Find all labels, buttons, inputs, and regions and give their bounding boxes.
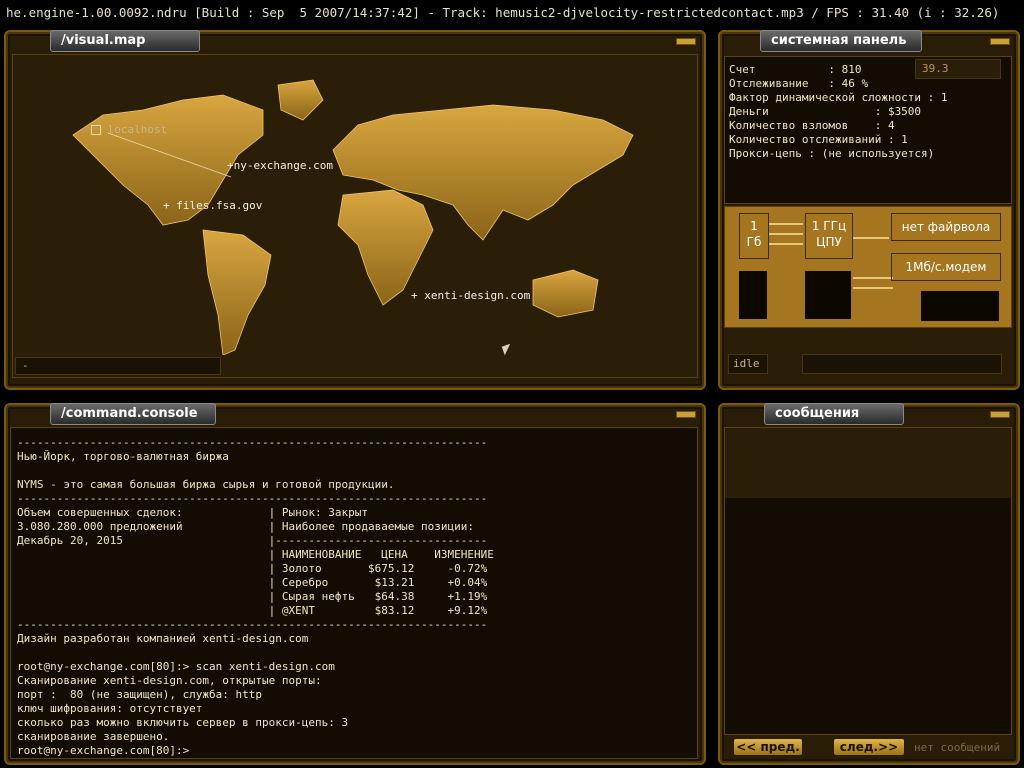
map-node-label: files.fsa.gov: [176, 199, 263, 212]
panel-grip-icon[interactable]: [990, 38, 1010, 45]
map-view[interactable]: localhost +ny-exchange.com + files.fsa.g…: [12, 54, 698, 378]
console-output[interactable]: ----------------------------------------…: [10, 427, 698, 759]
command-console-title: /command.console: [50, 403, 216, 425]
messages-panel: сообщения << пред. след.>> нет сообщений: [718, 403, 1020, 765]
map-node-localhost[interactable]: localhost: [91, 123, 167, 136]
system-status-field: idle: [728, 354, 768, 374]
system-stats: Счет : 810 Отслеживание : 46 % Фактор ди…: [729, 63, 948, 161]
visual-map-title: /visual.map: [50, 30, 200, 52]
map-status-field: -: [15, 357, 221, 375]
stat-line: Количество взломов : 4: [729, 119, 895, 132]
map-node-files-fsa[interactable]: + files.fsa.gov: [163, 199, 262, 212]
stat-line: Отслеживание : 46 %: [729, 77, 869, 90]
engine-status-bar: he.engine-1.00.0092.ndru [Build : Sep 5 …: [0, 0, 1024, 26]
africa-landmass: [337, 189, 434, 306]
messages-title: сообщения: [764, 403, 904, 425]
map-node-label: xenti-design.com: [424, 289, 531, 302]
node-marker-icon: +: [163, 199, 177, 212]
node-marker-icon: +: [411, 289, 425, 302]
prev-message-button[interactable]: << пред.: [734, 739, 802, 755]
stat-line: Прокси-цепь : (не используется): [729, 147, 935, 160]
south-america-landmass: [202, 229, 272, 355]
map-node-ny-exchange[interactable]: +ny-exchange.com: [227, 159, 333, 172]
circuit-trace: [769, 223, 803, 225]
australia-landmass: [532, 269, 599, 318]
command-console-panel: /command.console -----------------------…: [4, 403, 706, 765]
messages-header-strip: [725, 428, 1011, 498]
console-text: ----------------------------------------…: [17, 436, 494, 757]
circuit-trace: [853, 287, 893, 289]
circuit-trace: [853, 277, 893, 279]
messages-list[interactable]: [724, 427, 1012, 735]
system-progress-bar: [802, 354, 1002, 374]
stat-line: Количество отслеживаний : 1: [729, 133, 908, 146]
map-node-label: localhost: [107, 123, 168, 136]
system-panel-title: системная панель: [760, 30, 922, 52]
circuit-trace: [853, 237, 889, 239]
system-panel: системная панель 39.3 Счет : 810 Отслежи…: [718, 30, 1020, 390]
modem-module[interactable]: 1Мб/с.модем: [891, 253, 1001, 281]
modem-slot: [921, 291, 999, 321]
panel-grip-icon[interactable]: [676, 38, 696, 45]
stat-line: Деньги : $3500: [729, 105, 922, 118]
map-node-xenti-design[interactable]: + xenti-design.com: [411, 289, 530, 302]
stat-line: Счет : 810: [729, 63, 862, 76]
map-node-label: ny-exchange.com: [233, 159, 333, 172]
panel-grip-icon[interactable]: [676, 411, 696, 418]
circuit-trace: [769, 233, 803, 235]
greenland-landmass: [277, 79, 324, 121]
circuit-trace: [769, 243, 803, 245]
next-message-button[interactable]: след.>>: [834, 739, 904, 755]
cpu-chip[interactable]: 1 ГГц ЦПУ: [805, 213, 853, 259]
firewall-module[interactable]: нет файрвола: [891, 213, 1001, 241]
messages-empty-label: нет сообщений: [914, 741, 1001, 754]
node-marker-icon: [91, 125, 101, 135]
node-marker-icon: +: [227, 159, 234, 172]
hardware-board: 1 Гб 1 ГГц ЦПУ нет файрвола 1Мб/с.модем: [724, 206, 1012, 328]
visual-map-panel: /visual.map localhost +ny-exchange.com +…: [4, 30, 706, 390]
stat-line: Фактор динамической сложности : 1: [729, 91, 948, 104]
panel-grip-icon[interactable]: [990, 411, 1010, 418]
ram-chip[interactable]: 1 Гб: [739, 213, 769, 259]
cpu-slot: [805, 271, 851, 319]
world-map: [72, 79, 634, 355]
ram-slot: [739, 271, 767, 319]
system-stats-area: 39.3 Счет : 810 Отслеживание : 46 % Факт…: [724, 56, 1012, 204]
